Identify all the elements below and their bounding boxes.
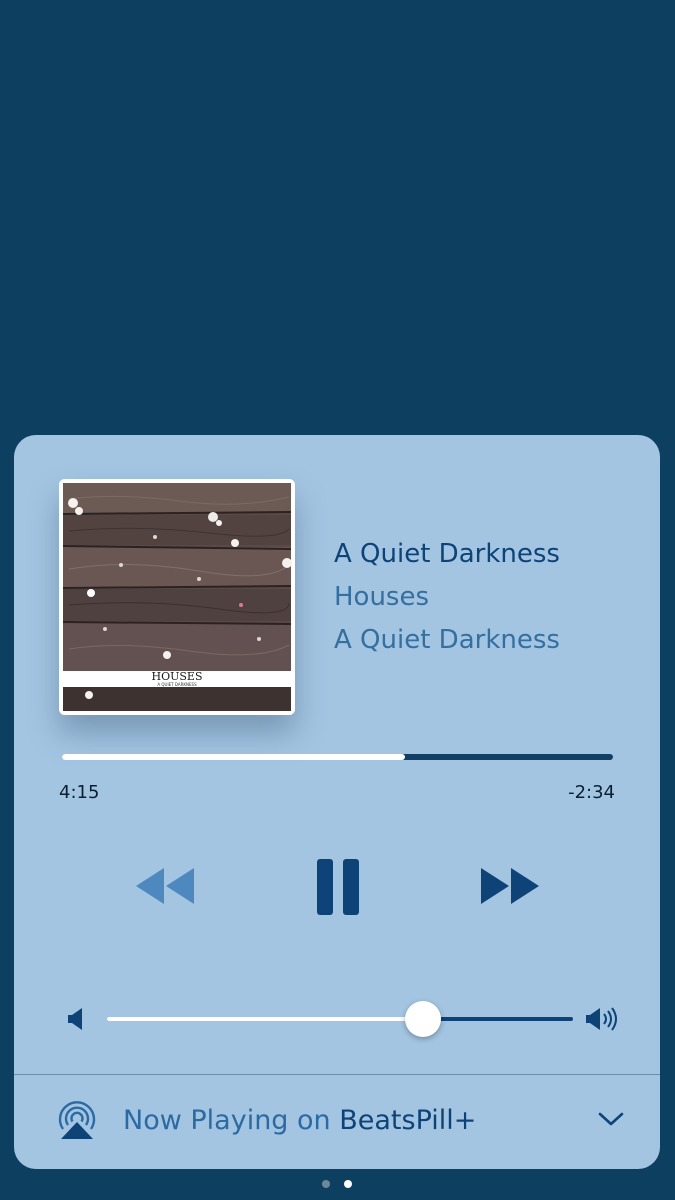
airplay-label: Now Playing on BeatsPill+ (123, 1103, 476, 1139)
pause-icon (317, 859, 359, 915)
airplay-prefix: Now Playing on (123, 1105, 340, 1136)
fast-forward-icon (481, 868, 539, 904)
album-artwork-image: HOUSES A QUIET DARKNESS (59, 479, 295, 715)
volume-slider[interactable] (107, 1001, 573, 1037)
fast-forward-button[interactable] (479, 865, 541, 907)
now-playing-card: HOUSES A QUIET DARKNESS A Quiet Darkness… (14, 435, 660, 1169)
rewind-button[interactable] (134, 865, 196, 907)
page-indicator[interactable] (319, 1180, 359, 1190)
airplay-output-row[interactable]: Now Playing on BeatsPill+ (14, 1075, 660, 1169)
volume-knob[interactable] (405, 1001, 442, 1037)
progress-fill (62, 754, 406, 760)
airplay-device-name: BeatsPill+ (339, 1105, 477, 1136)
song-title: A Quiet Darkness (334, 539, 560, 569)
volume-high-icon (585, 1005, 621, 1037)
track-info: A Quiet Darkness Houses A Quiet Darkness (334, 533, 654, 662)
progress-scrubber[interactable] (62, 754, 613, 760)
artwork-subtitle-text: A QUIET DARKNESS (157, 682, 197, 687)
rewind-icon (136, 868, 194, 904)
airplay-icon (56, 1099, 98, 1145)
elapsed-time: 4:15 (59, 782, 100, 803)
volume-fill (107, 1017, 424, 1021)
artist-name[interactable]: Houses (334, 576, 654, 619)
volume-low-icon (67, 1007, 87, 1035)
page-dot-1 (322, 1180, 330, 1188)
pause-button[interactable] (316, 858, 362, 916)
remaining-time: -2:34 (568, 782, 615, 803)
page-dot-2-active (344, 1180, 352, 1188)
album-name[interactable]: A Quiet Darkness (334, 619, 654, 662)
album-artwork[interactable]: HOUSES A QUIET DARKNESS (59, 479, 295, 715)
chevron-down-icon[interactable] (598, 1111, 624, 1131)
